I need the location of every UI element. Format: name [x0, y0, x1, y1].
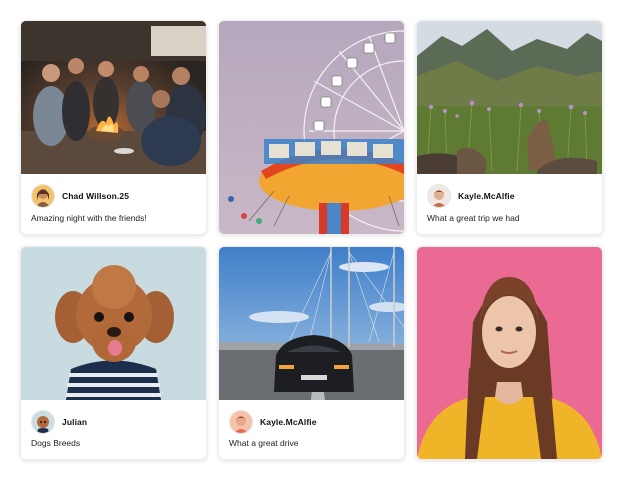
post-card-mountains[interactable]: Kayle.McAlfie What a great trip we had	[416, 20, 603, 235]
author-name[interactable]: Julian	[62, 417, 87, 427]
user-avatar[interactable]	[229, 410, 253, 434]
user-avatar[interactable]	[31, 410, 55, 434]
ferris-wheel-carousel-photo[interactable]	[219, 21, 404, 234]
post-card-campfire[interactable]: Chad Willson.25 Amazing night with the f…	[20, 20, 207, 235]
user-avatar[interactable]	[31, 184, 55, 208]
post-card-car[interactable]: Kayle.McAlfie What a great drive	[218, 246, 405, 460]
poodle-dog-photo[interactable]	[21, 247, 206, 400]
post-caption: What a great drive	[229, 438, 299, 448]
woman-portrait-photo[interactable]	[417, 247, 602, 459]
post-caption: Dogs Breeds	[31, 438, 81, 448]
author-name[interactable]: Chad Willson.25	[62, 191, 129, 201]
mountain-meadow-photo[interactable]	[417, 21, 602, 174]
friends-campfire-photo[interactable]	[21, 21, 206, 174]
user-avatar[interactable]	[427, 184, 451, 208]
author-name[interactable]: Kayle.McAlfie	[458, 191, 515, 201]
post-card-ferris-wheel[interactable]	[218, 20, 405, 235]
post-caption: Amazing night with the friends!	[31, 213, 147, 223]
post-card-portrait[interactable]	[416, 246, 603, 460]
post-caption: What a great trip we had	[427, 213, 520, 223]
car-on-bridge-photo[interactable]	[219, 247, 404, 400]
author-name[interactable]: Kayle.McAlfie	[260, 417, 317, 427]
post-card-poodle[interactable]: Julian Dogs Breeds	[20, 246, 207, 460]
